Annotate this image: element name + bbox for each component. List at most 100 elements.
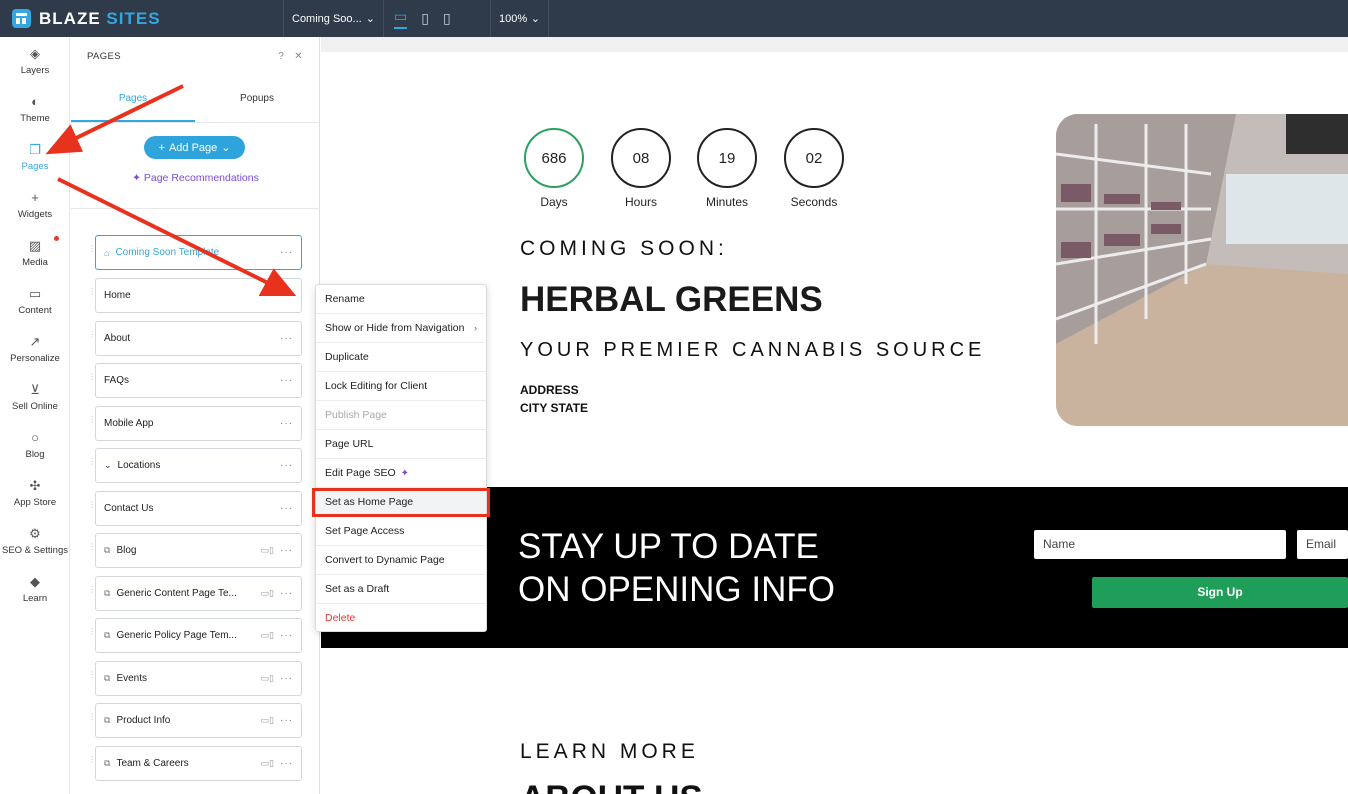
rail-item-pages[interactable]: ❐ Pages <box>0 141 70 172</box>
page-item-locations[interactable]: ⌄ Locations ··· <box>95 448 302 483</box>
zoom-select[interactable]: 100% ⌄ <box>491 0 549 37</box>
menu-item-lock-editing[interactable]: Lock Editing for Client <box>316 372 486 401</box>
drag-handle-icon[interactable]: ⋮ <box>88 713 96 725</box>
drag-handle-icon[interactable]: ⋮ <box>88 458 96 470</box>
drag-handle-icon[interactable]: ⋮ <box>88 288 96 300</box>
more-icon[interactable]: ··· <box>280 758 293 769</box>
more-icon[interactable]: ··· <box>280 630 293 641</box>
rail-item-media[interactable]: ▨ Media <box>0 237 70 268</box>
drag-handle-icon[interactable]: ⋮ <box>88 373 96 385</box>
drag-handle-icon[interactable]: ⋮ <box>88 628 96 640</box>
countdown-label: Seconds <box>790 195 838 209</box>
rail-item-app-store[interactable]: ✣ App Store <box>0 477 70 508</box>
rail-item-personalize[interactable]: ↗ Personalize <box>0 333 70 364</box>
menu-item-rename[interactable]: Rename <box>316 285 486 314</box>
page-item-blog[interactable]: ⧉ Blog ▭▯ ··· <box>95 533 302 568</box>
page-item-faqs[interactable]: FAQs ··· <box>95 363 302 398</box>
page-item-mobile-app[interactable]: Mobile App ··· <box>95 406 302 441</box>
rail-item-learn[interactable]: ◆ Learn <box>0 573 70 604</box>
newsletter-heading: STAY UP TO DATE ON OPENING INFO <box>518 525 835 611</box>
rail-item-blog[interactable]: ○ Blog <box>0 429 70 460</box>
drag-handle-icon[interactable]: ⋮ <box>88 756 96 768</box>
page-item-label: Contact Us <box>104 503 154 514</box>
left-rail: ◈ Layers ◐ Theme ❐ Pages + Widgets ▨ Media ▭ C… <box>0 37 70 794</box>
sign-up-button[interactable]: Sign Up <box>1092 577 1348 608</box>
drag-handle-icon[interactable]: ⋮ <box>88 331 96 343</box>
learn-more-heading: LEARN MORE <box>520 740 699 763</box>
page-item-contact-us[interactable]: Contact Us ··· <box>95 491 302 526</box>
more-icon[interactable]: ··· <box>280 375 293 386</box>
rail-item-theme[interactable]: ◐ Theme <box>0 93 70 124</box>
countdown-label: Days <box>540 195 568 209</box>
rail-label-content: Content <box>18 305 52 316</box>
page-item-generic-content[interactable]: ⧉ Generic Content Page Te... ▭▯ ··· <box>95 576 302 611</box>
page-recommendations-link[interactable]: ✦ Page Recommendations <box>71 172 320 184</box>
desktop-icon[interactable]: ▭ <box>394 8 408 29</box>
more-icon[interactable]: ··· <box>280 333 293 344</box>
countdown-minutes-value: 19 <box>718 149 736 167</box>
brand-logo[interactable]: BLAZE SITES <box>0 0 284 37</box>
chevron-down-icon[interactable]: ⌄ <box>104 460 112 471</box>
tablet-icon[interactable]: ▯ <box>421 10 429 27</box>
drag-handle-icon[interactable]: ⋮ <box>88 416 96 428</box>
tab-popups[interactable]: Popups <box>195 79 319 122</box>
more-icon[interactable]: ··· <box>280 418 293 429</box>
rail-item-sell-online[interactable]: ⊻ Sell Online <box>0 381 70 412</box>
menu-item-page-url[interactable]: Page URL <box>316 430 486 459</box>
more-icon[interactable]: ··· <box>280 545 293 556</box>
drag-handle-icon[interactable]: ⋮ <box>88 543 96 555</box>
current-page-select[interactable]: Coming Soo... ⌄ <box>284 0 384 37</box>
menu-item-set-page-access[interactable]: Set Page Access <box>316 517 486 546</box>
more-icon[interactable]: ··· <box>280 290 293 301</box>
drag-handle-icon[interactable]: ⋮ <box>88 245 96 257</box>
more-icon[interactable]: ··· <box>280 588 293 599</box>
menu-item-duplicate[interactable]: Duplicate <box>316 343 486 372</box>
page-item-events[interactable]: ⧉ Events ▭▯ ··· <box>95 661 302 696</box>
page-item-team-careers[interactable]: ⧉ Team & Careers ▭▯ ··· <box>95 746 302 781</box>
email-input[interactable]: Email <box>1297 530 1348 559</box>
menu-item-delete[interactable]: Delete <box>316 604 486 633</box>
page-item-home[interactable]: Home ··· <box>95 278 302 313</box>
devices-icon: ▭▯ <box>260 673 274 683</box>
more-icon[interactable]: ··· <box>280 673 293 684</box>
rail-item-widgets[interactable]: + Widgets <box>0 189 70 220</box>
drag-handle-icon[interactable]: ⋮ <box>88 671 96 683</box>
devices-icon: ▭▯ <box>260 545 274 555</box>
page-item-about[interactable]: About ··· <box>95 321 302 356</box>
drag-handle-icon[interactable]: ⋮ <box>88 586 96 598</box>
menu-item-convert-dynamic[interactable]: Convert to Dynamic Page <box>316 546 486 575</box>
rail-label-sell-online: Sell Online <box>12 401 58 412</box>
rail-item-layers[interactable]: ◈ Layers <box>0 45 70 76</box>
rail-item-content[interactable]: ▭ Content <box>0 285 70 316</box>
menu-item-edit-page-seo[interactable]: Edit Page SEO ✦ <box>316 459 486 488</box>
page-item-label: Home <box>104 290 131 301</box>
rail-label-seo-settings: SEO & Settings <box>1 545 68 556</box>
countdown-days: 686 <box>524 128 584 188</box>
page-item-generic-policy[interactable]: ⧉ Generic Policy Page Tem... ▭▯ ··· <box>95 618 302 653</box>
add-page-button[interactable]: + Add Page ⌄ <box>144 136 245 159</box>
more-icon[interactable]: ··· <box>280 460 293 471</box>
tab-pages[interactable]: Pages <box>71 79 195 122</box>
mobile-icon[interactable]: ▯ <box>443 10 451 27</box>
zoom-label: 100% <box>499 12 528 25</box>
help-icon[interactable]: ? <box>278 51 284 62</box>
folder-icon: ▭ <box>28 286 42 301</box>
name-input[interactable]: Name <box>1034 530 1286 559</box>
menu-item-set-as-draft[interactable]: Set as a Draft <box>316 575 486 604</box>
page-item-label: About <box>104 333 131 344</box>
page-recommendations-label: Page Recommendations <box>143 172 259 184</box>
cart-icon: ⊻ <box>30 382 40 397</box>
menu-item-show-hide-navigation[interactable]: Show or Hide from Navigation › <box>316 314 486 343</box>
menu-label: Show or Hide from Navigation <box>325 321 465 334</box>
store-interior-image <box>1056 114 1348 426</box>
close-icon[interactable]: ✕ <box>294 51 303 62</box>
newsletter-line-2: ON OPENING INFO <box>518 570 835 609</box>
page-item-product-info[interactable]: ⧉ Product Info ▭▯ ··· <box>95 703 302 738</box>
more-icon[interactable]: ··· <box>280 503 293 514</box>
more-icon[interactable]: ··· <box>280 247 293 258</box>
rail-item-seo-settings[interactable]: ⚙ SEO & Settings <box>0 525 70 556</box>
drag-handle-icon[interactable]: ⋮ <box>88 501 96 513</box>
page-item-coming-soon[interactable]: ⌂ Coming Soon Template ··· <box>95 235 302 270</box>
more-icon[interactable]: ··· <box>280 715 293 726</box>
address-block: ADDRESS CITY STATE <box>520 381 588 417</box>
